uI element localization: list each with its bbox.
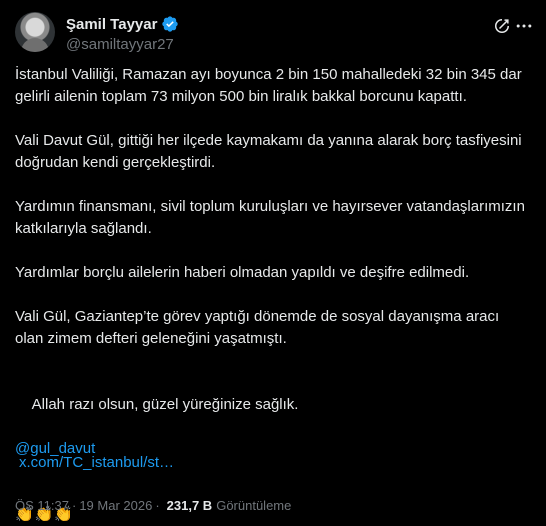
tweet-paragraph: İstanbul Valiliği, Ramazan ayı boyunca 2… [15, 66, 526, 105]
avatar[interactable] [15, 12, 55, 52]
quoted-link: x.com/TC_istanbul/st… [15, 454, 178, 484]
tweet-time[interactable]: ÖS 11:37 [15, 498, 69, 513]
tweet-paragraph: Yardımın finansmanı, sivil toplum kurulu… [15, 198, 530, 237]
author-name-line: Şamil Tayyar [66, 14, 179, 34]
verified-badge-icon[interactable] [161, 15, 179, 33]
tweet-closing-text: Allah razı olsun, güzel yüreğinize sağlı… [31, 396, 299, 413]
tweet-closing: Allah razı olsun, güzel yüreğinize sağlı… [15, 372, 531, 504]
tweet-paragraph: Vali Davut Gül, gittiği her ilçede kayma… [15, 132, 526, 171]
meta-separator: · [155, 497, 160, 513]
more-options-icon[interactable] [514, 16, 534, 36]
tweet-header: Şamil Tayyar @samiltayyar27 [15, 12, 534, 56]
tweet-paragraph: Vali Gül, Gaziantep’te görev yaptığı dön… [15, 308, 504, 347]
grok-icon[interactable] [492, 16, 512, 36]
author-info: Şamil Tayyar @samiltayyar27 [66, 14, 179, 53]
meta-separator: · [71, 497, 77, 513]
tweet-meta: ÖS 11:37 · 19 Mar 2026 · 231,7 B Görüntü… [15, 495, 291, 515]
author-display-name[interactable]: Şamil Tayyar [66, 16, 157, 33]
external-link[interactable]: x.com/TC_istanbul/st… [15, 450, 178, 475]
tweet-date[interactable]: 19 Mar 2026 [79, 498, 152, 513]
views-count: 231,7 B [166, 497, 213, 513]
views-label: Görüntüleme [216, 497, 292, 513]
tweet-paragraph: Yardımlar borçlu ailelerin haberi olmada… [15, 264, 470, 281]
author-handle[interactable]: @samiltayyar27 [66, 36, 179, 53]
